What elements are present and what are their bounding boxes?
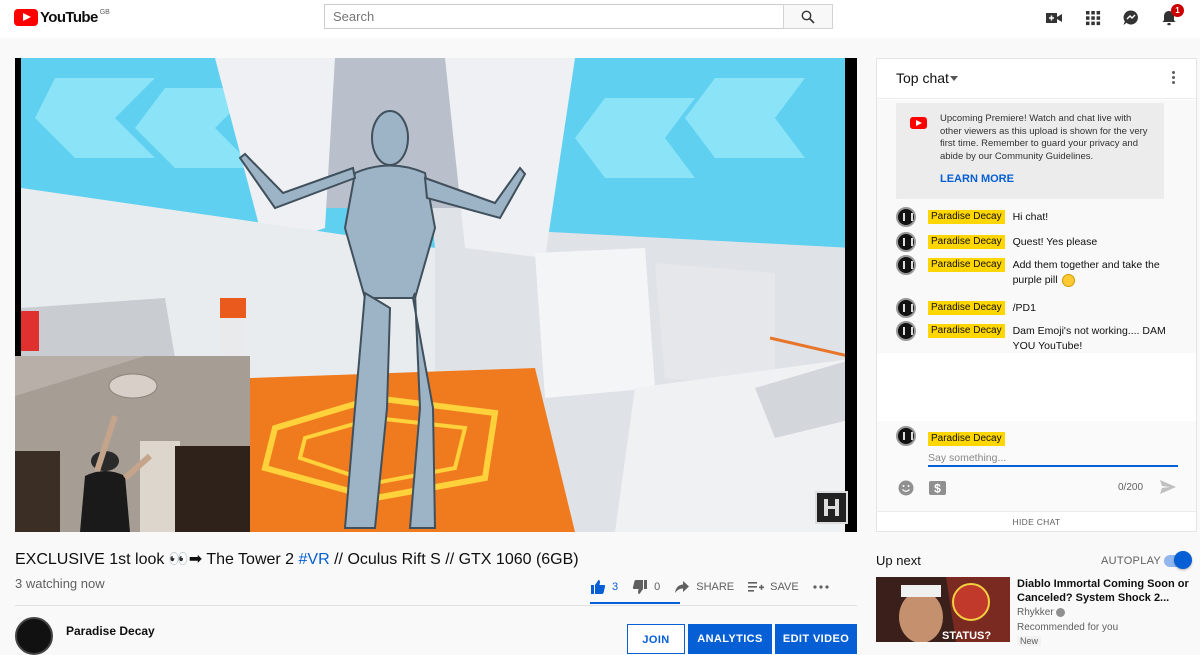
playlist-add-icon [748,582,765,592]
chevron-down-icon[interactable] [950,76,958,81]
share-label: SHARE [696,581,735,593]
like-count: 3 [612,581,619,593]
premiere-notice-text: Upcoming Premiere! Watch and chat live w… [940,113,1148,162]
video-title-prefix: EXCLUSIVE 1st look 👀➡ The Tower 2 [15,551,299,568]
channel-avatar[interactable] [15,617,53,655]
share-arrow-icon [675,581,690,593]
author-avatar-icon[interactable] [896,321,916,341]
author-avatar-icon[interactable] [896,255,916,275]
webcam-overlay [15,356,250,532]
chat-message: Paradise Decay Quest! Yes please [896,232,1186,252]
youtube-logo[interactable]: YouTube GB [14,9,110,26]
author-avatar-icon[interactable] [896,232,916,252]
chat-messages: Upcoming Premiere! Watch and chat live w… [877,100,1196,353]
share-button[interactable]: SHARE [674,572,734,602]
recommended-channel[interactable]: Rhykker [1017,607,1066,618]
like-ratio-fill [590,602,680,604]
autoplay-toggle-knob[interactable] [1174,551,1192,569]
join-button[interactable]: JOIN [627,624,685,654]
webcam-scene [15,356,250,532]
send-icon[interactable] [1159,479,1177,495]
learn-more-link[interactable]: LEARN MORE [940,173,1014,185]
chat-message: Paradise Decay Dam Emoji's not working..… [896,321,1186,354]
chat-message: Paradise Decay /PD1 [896,298,1186,318]
thumbs-down-icon [633,580,648,594]
chat-message-input[interactable] [928,451,1178,467]
video-title-suffix: // Oculus Rift S // GTX 1060 (6GB) [329,551,579,568]
recommended-thumbnail[interactable]: STATUS? [876,577,1010,642]
search-input[interactable] [325,5,783,28]
chat-author[interactable]: Paradise Decay [928,258,1005,272]
verified-check-icon [1056,607,1066,617]
chat-text: Hi chat! [1012,211,1049,223]
composer-author: Paradise Decay [928,432,1005,446]
chat-menu-icon[interactable] [1172,71,1175,86]
hide-chat-button[interactable]: HIDE CHAT [877,511,1196,533]
chat-header: Top chat [877,59,1196,99]
search-box [324,4,784,29]
save-label: SAVE [770,581,799,593]
chat-author[interactable]: Paradise Decay [928,235,1005,249]
apps-grid-icon[interactable] [1084,9,1102,27]
hashtag-link[interactable]: #VR [299,551,330,568]
live-chat-panel: Top chat Upcoming Premiere! Watch and ch… [876,58,1197,532]
logo-text: YouTube [40,9,98,26]
emoji-picker-icon[interactable] [897,479,915,497]
recommended-channel-name: Rhykker [1017,607,1054,618]
search-button[interactable] [783,4,833,29]
messages-icon[interactable] [1122,9,1140,27]
dislike-button[interactable]: 0 [632,572,660,602]
search-icon [801,10,815,24]
premiere-notice: Upcoming Premiere! Watch and chat live w… [896,103,1164,199]
watermark-glyph [824,499,839,516]
recommended-title[interactable]: Diablo Immortal Coming Soon or Canceled?… [1017,577,1197,605]
channel-watermark-icon [815,491,848,524]
dislike-count: 0 [654,581,661,593]
more-horizontal-icon [813,585,829,589]
youtube-play-icon [14,9,38,26]
chat-text: Quest! Yes please [1012,236,1098,248]
chat-author[interactable]: Paradise Decay [928,301,1005,315]
author-avatar-icon[interactable] [896,207,916,227]
top-bar: YouTube GB 1 [0,0,1200,38]
logo-region: GB [99,9,110,16]
more-actions-button[interactable] [813,572,835,602]
chat-message: Paradise Decay Hi chat! [896,207,1186,227]
youtube-premiere-icon [910,117,927,129]
channel-name[interactable]: Paradise Decay [66,624,155,638]
super-chat-dollar-icon[interactable]: $ [928,479,947,497]
thumbnail-image: STATUS? [876,577,1010,642]
save-button[interactable]: SAVE [748,572,799,602]
recommended-subtitle: Recommended for you [1017,622,1119,633]
create-video-icon[interactable] [1045,9,1063,27]
author-avatar-icon[interactable] [896,298,916,318]
up-next-heading: Up next [876,553,921,568]
chat-composer: Paradise Decay $ 0/200 [877,421,1196,511]
chat-mode-dropdown[interactable]: Top chat [896,70,949,86]
chat-text-with-emoji: Add them together and take the purple pi… [1013,258,1186,288]
thumbs-up-icon [591,580,606,594]
new-badge: New [1017,636,1042,646]
notification-count-badge: 1 [1171,4,1184,17]
edit-video-button[interactable]: EDIT VIDEO [775,624,857,654]
analytics-button[interactable]: ANALYTICS [688,624,772,654]
chat-author[interactable]: Paradise Decay [928,210,1005,224]
like-ratio-bar [590,602,680,604]
autoplay-label: AUTOPLAY [1101,555,1162,567]
chat-message: Paradise Decay Add them together and tak… [896,255,1186,288]
thumbnail-overlay-text: STATUS? [942,630,991,642]
video-actions: 3 0 SHARE SAVE [590,570,849,604]
svg-text:$: $ [934,482,941,496]
smiley-emoji-icon [1062,273,1076,287]
video-title: EXCLUSIVE 1st look 👀➡ The Tower 2 #VR //… [15,549,579,569]
divider [15,605,857,606]
chat-text: Add them together and take the purple pi… [1012,259,1160,286]
my-avatar-icon [896,426,916,446]
chat-text: Dam Emoji's not working.... DAM YOU YouT… [1012,325,1166,352]
watching-count: 3 watching now [15,576,105,591]
like-button[interactable]: 3 [590,572,618,602]
chat-text: /PD1 [1012,302,1036,314]
character-count: 0/200 [1118,482,1144,493]
chat-author[interactable]: Paradise Decay [928,324,1005,338]
